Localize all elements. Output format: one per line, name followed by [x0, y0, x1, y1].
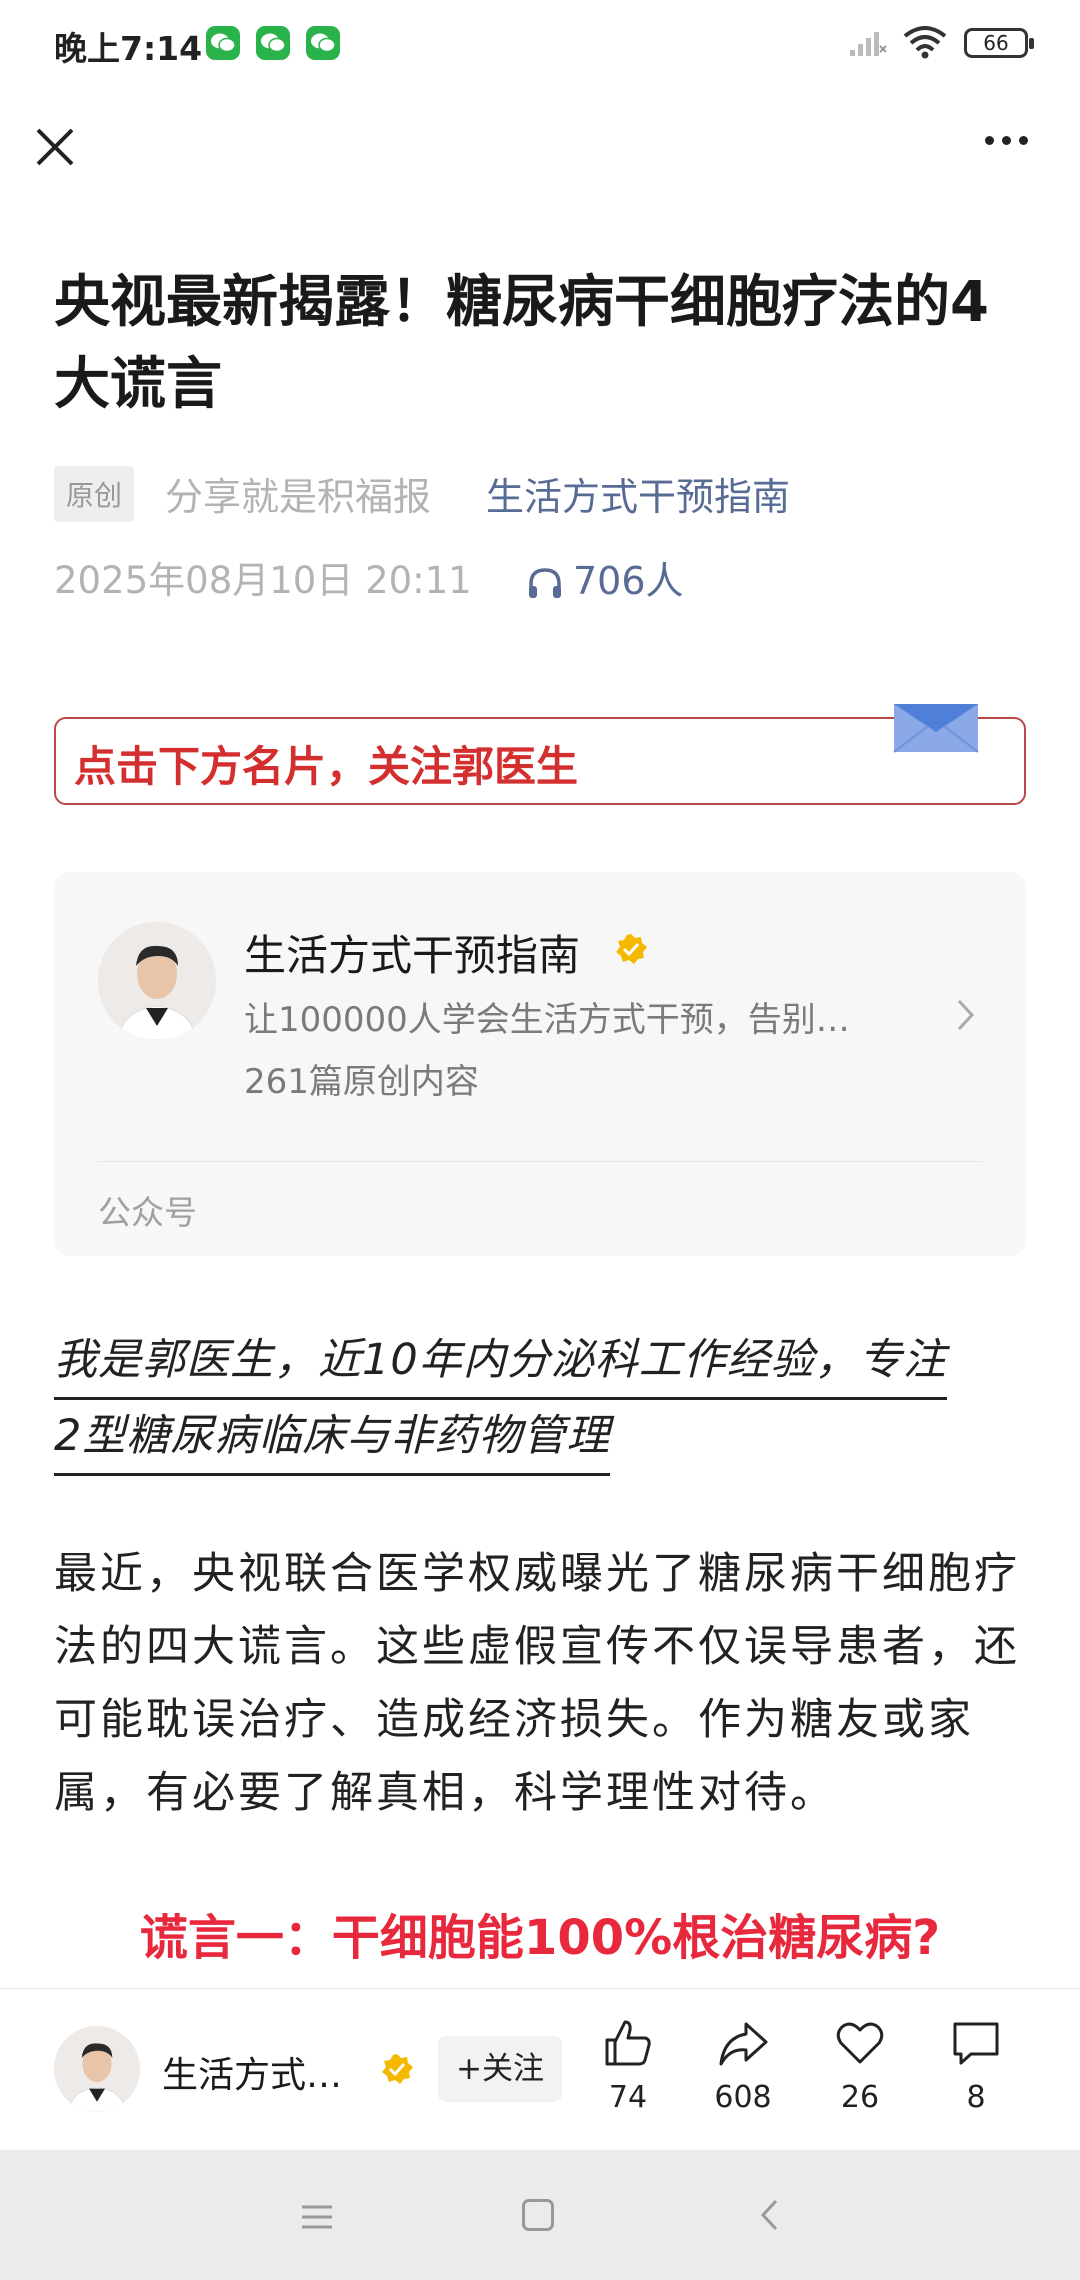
toolbar-account-name[interactable]: 生活方式…	[162, 2046, 342, 2098]
intro-line-2: 2型糖尿病临床与非药物管理	[54, 1400, 611, 1476]
card-divider	[98, 1161, 982, 1162]
wechat-notification-icon	[306, 26, 340, 60]
comment-count: 8	[966, 2080, 986, 2115]
recent-apps-icon[interactable]	[300, 2203, 334, 2235]
article-title: 央视最新揭露！糖尿病干细胞疗法的4大谎言	[54, 270, 989, 417]
share-count: 608	[714, 2080, 772, 2115]
favorite-count: 26	[840, 2080, 880, 2115]
listener-count: 706人	[573, 559, 684, 603]
battery-indicator: 66	[964, 28, 1034, 58]
headphones-icon	[529, 568, 561, 598]
verified-badge-icon	[614, 932, 648, 970]
wifi-icon	[902, 24, 948, 64]
follow-banner-text: 点击下方名片，关注郭医生	[74, 742, 579, 791]
favorite-button[interactable]: 26	[810, 2016, 910, 2115]
like-button[interactable]: 74	[578, 2016, 678, 2115]
listen-button[interactable]: 706人	[527, 550, 684, 605]
status-time: 晚上7:14	[54, 29, 203, 68]
share-arrow-icon	[719, 2022, 768, 2066]
wechat-notification-icon	[206, 26, 240, 60]
publish-date: 2025年08月10日 20:11	[54, 559, 472, 602]
toolbar-avatar[interactable]	[54, 2026, 140, 2112]
signal-icon	[848, 28, 888, 62]
follow-button[interactable]: +关注	[438, 2036, 562, 2102]
original-tag: 原创	[54, 466, 135, 522]
heart-icon	[836, 2022, 884, 2064]
like-count: 74	[608, 2080, 648, 2115]
card-footer-label: 公众号	[98, 1193, 197, 1232]
back-icon[interactable]	[758, 2197, 780, 2237]
author-name: 分享就是积福报	[165, 475, 432, 519]
account-avatar	[98, 922, 216, 1040]
account-description: 让100000人学会生活方式干预，告别…	[244, 1000, 850, 1040]
intro-line-1: 我是郭医生，近10年内分泌科工作经验，专注	[54, 1324, 947, 1400]
comment-button[interactable]: 8	[926, 2016, 1026, 2115]
section-heading: 谎言一：干细胞能100%根治糖尿病?	[139, 1910, 941, 1966]
account-link[interactable]: 生活方式干预指南	[486, 466, 790, 521]
home-icon[interactable]	[522, 2199, 554, 2231]
more-options-icon[interactable]	[977, 130, 1028, 149]
account-name: 生活方式干预指南	[244, 931, 581, 980]
envelope-icon	[892, 698, 980, 758]
wechat-notification-icon	[256, 26, 290, 60]
close-icon[interactable]	[34, 126, 76, 168]
body-paragraph: 最近，央视联合医学权威曝光了糖尿病干细胞疗法的四大谎言。这些虚假宣传不仅误导患者…	[54, 1549, 1020, 1818]
verified-badge-icon	[380, 2052, 414, 2090]
chevron-right-icon	[955, 997, 977, 1037]
author-intro: 我是郭医生，近10年内分泌科工作经验，专注 2型糖尿病临床与非药物管理	[54, 1324, 1026, 1476]
share-button[interactable]: 608	[693, 2016, 793, 2115]
thumbs-up-icon	[605, 2020, 651, 2066]
original-count: 261篇原创内容	[244, 1062, 479, 1102]
comment-bubble-icon	[953, 2022, 999, 2065]
